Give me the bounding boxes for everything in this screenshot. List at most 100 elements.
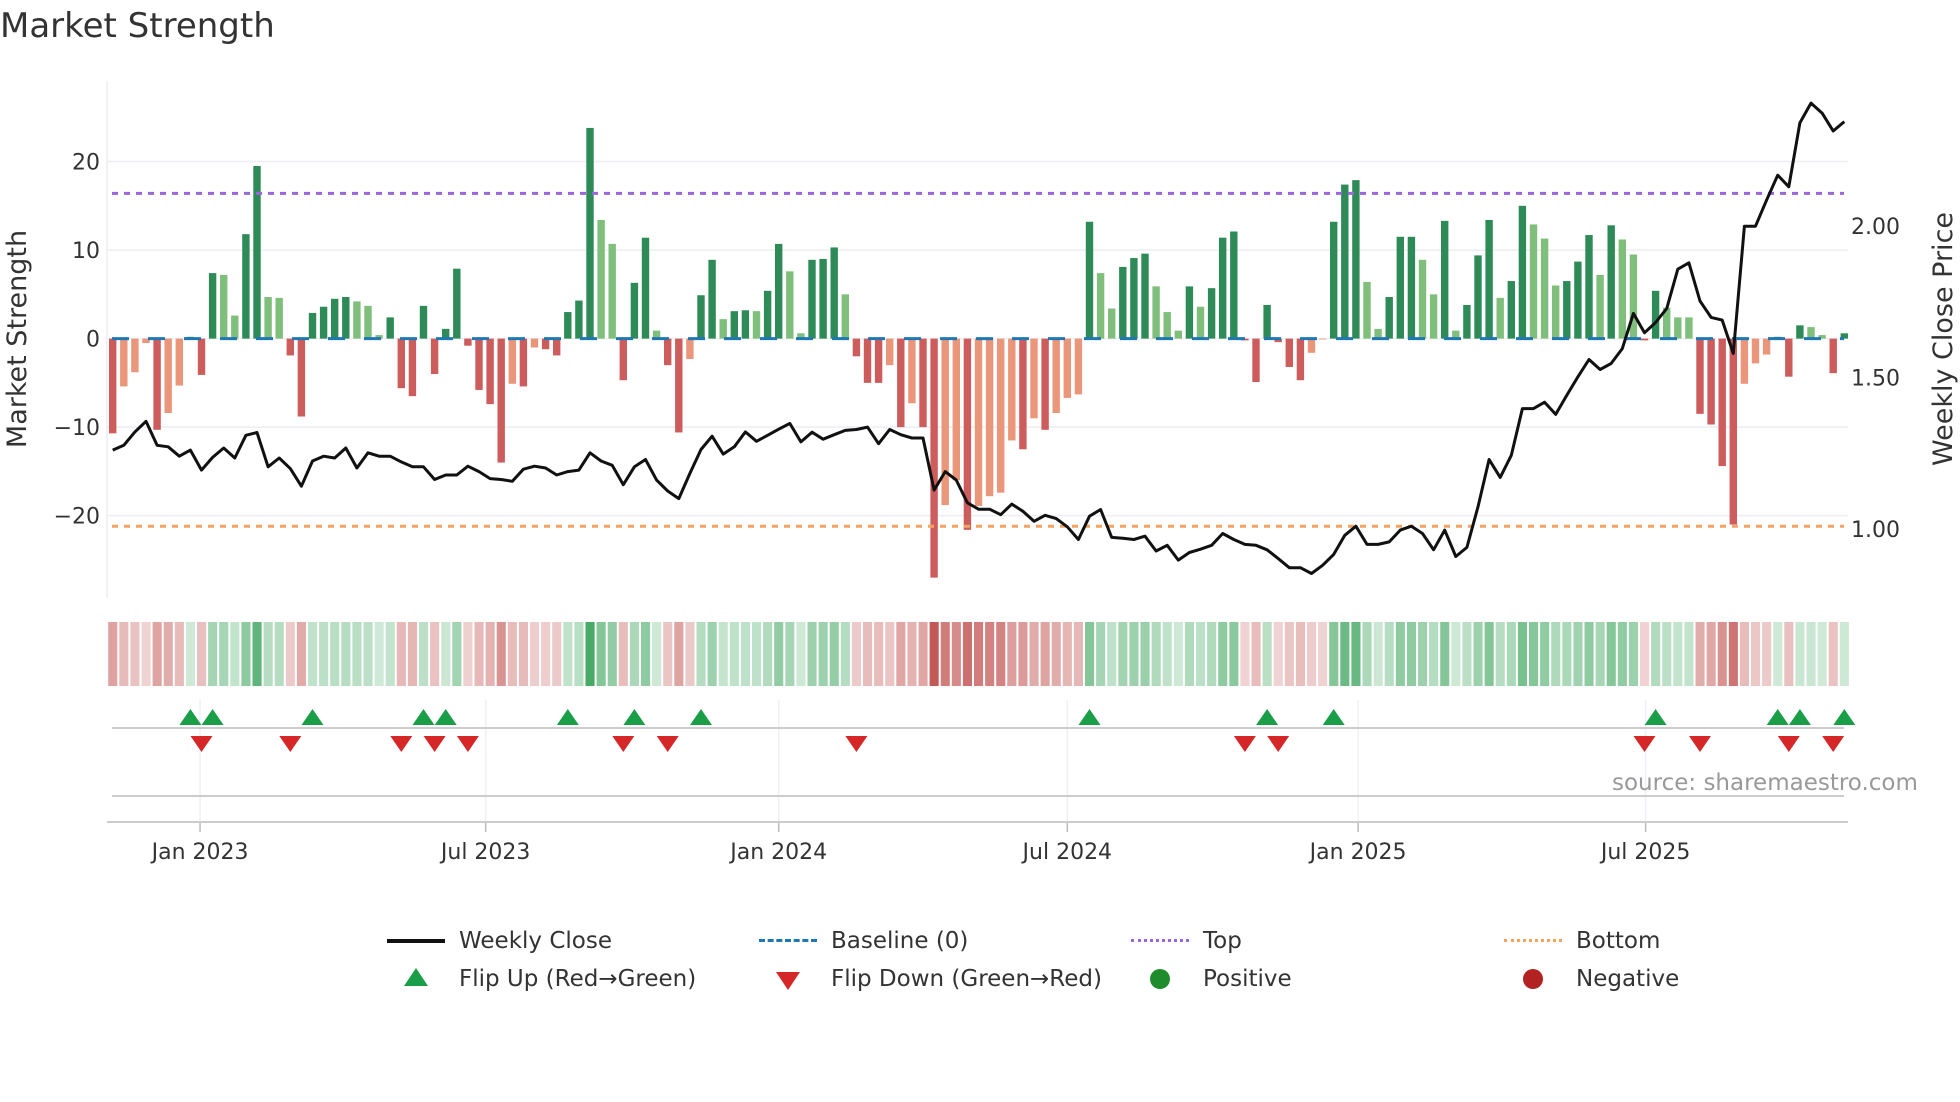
strength-bar <box>1429 294 1438 339</box>
flip-up-marker <box>1766 709 1789 725</box>
strength-bar <box>1196 306 1205 339</box>
heatmap-cell <box>1262 622 1272 686</box>
heatmap-cell <box>1817 622 1827 686</box>
strength-bar <box>1618 239 1626 339</box>
strength-bar <box>1085 221 1094 339</box>
heatmap-cell <box>1151 622 1161 686</box>
heatmap-cell <box>330 622 340 686</box>
strength-bar <box>1030 338 1038 419</box>
legend-flip-up: Flip Up (Red→Green) <box>387 964 696 994</box>
heatmap-cell <box>185 622 195 686</box>
flip-up-marker <box>201 709 224 725</box>
strength-bar <box>997 338 1005 493</box>
flip-down-marker <box>390 736 413 752</box>
flip-up-marker <box>1078 709 1101 725</box>
strength-bar <box>1552 285 1560 339</box>
x-tick-label: Jan 2024 <box>728 840 827 865</box>
strength-bar <box>874 338 883 383</box>
heatmap-cell <box>1806 622 1816 686</box>
strength-bar <box>697 295 705 339</box>
heatmap-cell <box>152 622 162 686</box>
heatmap-cell <box>607 622 617 686</box>
strength-bar <box>164 338 172 413</box>
heatmap-cell <box>740 622 750 686</box>
heatmap-cell <box>851 622 861 686</box>
strength-bar <box>1640 338 1649 341</box>
strength-bar <box>1829 338 1837 374</box>
heatmap-cell <box>1329 622 1339 686</box>
heatmap-cell <box>1240 622 1250 686</box>
heatmap-cell <box>840 622 850 686</box>
strength-bar <box>541 338 550 350</box>
heatmap-cell <box>1506 622 1516 686</box>
strength-bar <box>1507 281 1515 339</box>
strength-bar <box>1585 235 1593 339</box>
heatmap-cell <box>1273 622 1283 686</box>
flip-down-marker <box>656 736 679 752</box>
strength-bar <box>131 338 139 373</box>
flip-up-marker <box>1256 709 1279 725</box>
strength-bar <box>353 301 361 339</box>
heatmap-cell <box>1184 622 1194 686</box>
heatmap-cell <box>141 622 151 686</box>
heatmap-cell <box>530 622 540 686</box>
y-tick-label: −20 <box>54 505 100 530</box>
strength-bar <box>342 297 350 339</box>
flip-up-marker <box>412 709 435 725</box>
strength-bar <box>297 338 306 417</box>
strength-bar <box>1685 317 1693 339</box>
heatmap-cell <box>1406 622 1416 686</box>
strength-bar <box>1163 312 1171 339</box>
flip-up-marker <box>179 709 202 725</box>
strength-bar <box>264 297 272 339</box>
strength-bar <box>475 338 483 390</box>
heatmap-cell <box>430 622 440 686</box>
y2-tick-label: 1.00 <box>1851 518 1900 543</box>
heatmap-cell <box>541 622 551 686</box>
heatmap-cell <box>1651 622 1661 686</box>
strength-bar <box>220 274 228 339</box>
strength-bar <box>397 338 405 389</box>
strength-bar <box>664 338 672 366</box>
heatmap-cell <box>1129 622 1139 686</box>
strength-bar <box>1762 338 1771 355</box>
heatmap-cell <box>1118 622 1128 686</box>
heatmap-cell <box>363 622 373 686</box>
heatmap-cell <box>1062 622 1072 686</box>
strength-bar <box>486 338 494 405</box>
strength-bar <box>1563 281 1571 339</box>
strength-bar <box>364 305 372 339</box>
heatmap-cell <box>1395 622 1405 686</box>
heatmap-cell <box>974 622 984 686</box>
heatmap-cell <box>774 622 784 686</box>
legend-flip-down: Flip Down (Green→Red) <box>759 964 1102 994</box>
strength-bar <box>1230 231 1238 339</box>
strength-bar <box>686 338 694 359</box>
heatmap-cell <box>507 622 517 686</box>
strength-bar <box>1574 261 1582 339</box>
heatmap-cell <box>1473 622 1483 686</box>
strength-bar <box>508 338 516 384</box>
heatmap-cell <box>1762 622 1772 686</box>
heatmap-cell <box>563 622 573 686</box>
heatmap-cell <box>1706 622 1716 686</box>
strength-bar <box>930 338 938 578</box>
heatmap-cell <box>230 622 240 686</box>
heatmap-cell <box>1307 622 1317 686</box>
strength-bar <box>1385 297 1393 339</box>
legend-label: Negative <box>1576 966 1680 992</box>
heatmap-cell <box>596 622 606 686</box>
heatmap-cell <box>729 622 739 686</box>
heatmap-cell <box>1606 622 1616 686</box>
heatmap-cell <box>1085 622 1095 686</box>
strength-bar <box>1485 219 1493 339</box>
heatmap-cell <box>796 622 806 686</box>
strength-bar <box>175 338 183 386</box>
heatmap-cell <box>452 622 462 686</box>
strength-bar <box>608 243 616 339</box>
strength-bar <box>1596 274 1604 339</box>
heatmap-cell <box>874 622 884 686</box>
strength-bar <box>464 338 472 346</box>
strength-bar <box>286 338 294 356</box>
y-tick-label: 0 <box>86 328 100 353</box>
